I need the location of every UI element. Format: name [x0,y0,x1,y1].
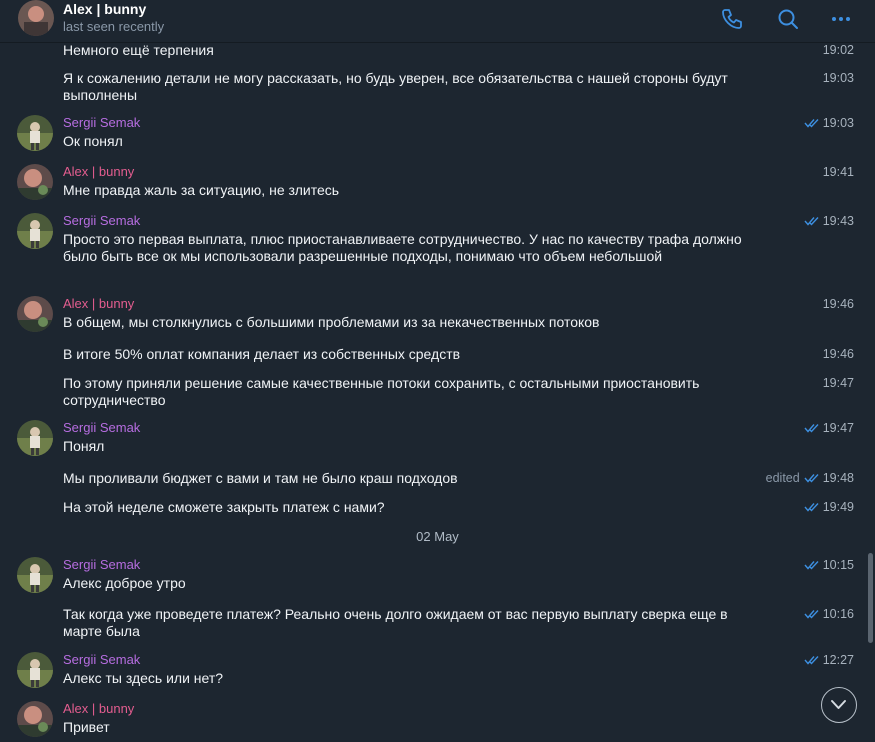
message-text: На этой неделе сможете закрыть платеж с … [63,499,385,515]
avatar[interactable] [17,115,53,151]
edited-label: edited [765,471,800,485]
message-time: 19:47 [804,421,854,435]
avatar[interactable] [17,557,53,593]
double-check-icon [804,119,819,128]
chevron-down-icon [831,700,846,709]
sender-name[interactable]: Sergii Semak [63,213,140,228]
time-label: 19:48 [822,471,854,485]
time-label: 19:46 [822,297,854,311]
sender-name[interactable]: Sergii Semak [63,115,140,130]
message-time: edited 19:48 [766,471,854,485]
avatar[interactable] [18,0,54,36]
message-text: Мы проливали бюджет с вами и там не было… [63,470,458,486]
avatar[interactable] [17,213,53,249]
time-label: 19:03 [822,71,854,85]
time-label: 10:16 [822,607,854,621]
message-text: Ок понял [63,133,123,149]
message-time: 19:47 [823,376,854,390]
avatar[interactable] [17,701,53,737]
message-text: Мне правда жаль за ситуацию, не злитесь [63,182,340,198]
double-check-icon [804,656,819,665]
message-time: 19:02 [823,43,854,57]
scrollbar[interactable] [868,553,873,643]
search-icon[interactable] [776,7,800,31]
more-icon[interactable] [829,7,853,31]
sender-name[interactable]: Alex | bunny [63,164,134,179]
time-label: 19:49 [822,500,854,514]
message-text: В общем, мы столкнулись с большими пробл… [63,314,600,330]
message-time: 19:03 [823,71,854,85]
message-text: В итоге 50% оплат компания делает из соб… [63,346,461,362]
message-time: 19:49 [804,500,854,514]
double-check-icon [804,561,819,570]
double-check-icon [804,503,819,512]
message-text: Привет [63,719,110,735]
time-label: 19:02 [822,43,854,57]
message-time: 19:41 [823,165,854,179]
message-text: Я к сожалению детали не могу рассказать,… [63,70,728,103]
sender-name[interactable]: Sergii Semak [63,652,140,667]
message-text: По этому приняли решение самые качествен… [63,375,700,408]
time-label: 19:43 [822,214,854,228]
time-label: 19:47 [822,376,854,390]
message-time: 12:27 [804,653,854,667]
avatar[interactable] [17,652,53,688]
message-time: 19:43 [804,214,854,228]
sender-name[interactable]: Sergii Semak [63,557,140,572]
double-check-icon [804,610,819,619]
time-label: 19:46 [822,347,854,361]
chat-title[interactable]: Alex | bunny [63,1,146,17]
scroll-down-button[interactable] [821,687,857,723]
time-label: 19:03 [822,116,854,130]
time-label: 12:27 [822,653,854,667]
message-text: Алекс доброе утро [63,575,186,591]
double-check-icon [804,424,819,433]
avatar[interactable] [17,420,53,456]
message-time: 19:46 [823,297,854,311]
double-check-icon [804,474,819,483]
double-check-icon [804,217,819,226]
chat-header: Alex | bunny last seen recently [0,0,875,43]
time-label: 19:41 [822,165,854,179]
message-text: Так когда уже проведете платеж? Реально … [63,606,728,639]
message-time: 10:16 [804,607,854,621]
message-time: 19:46 [823,347,854,361]
chat-status: last seen recently [63,19,165,34]
avatar[interactable] [17,296,53,332]
sender-name[interactable]: Alex | bunny [63,701,134,716]
message-time: 19:03 [804,116,854,130]
phone-icon[interactable] [720,7,744,31]
sender-name[interactable]: Sergii Semak [63,420,140,435]
message-list[interactable]: Немного ещё терпения 19:02 Я к сожалению д… [0,42,875,742]
message-text: Понял [63,438,105,454]
message-text: Просто это первая выплата, плюс приостан… [63,231,742,264]
avatar[interactable] [17,164,53,200]
message-time: 10:15 [804,558,854,572]
time-label: 10:15 [822,558,854,572]
message-text: Немного ещё терпения [63,42,214,58]
message-text: Алекс ты здесь или нет? [63,670,224,686]
sender-name[interactable]: Alex | bunny [63,296,134,311]
time-label: 19:47 [822,421,854,435]
date-separator: 02 May [416,529,459,544]
